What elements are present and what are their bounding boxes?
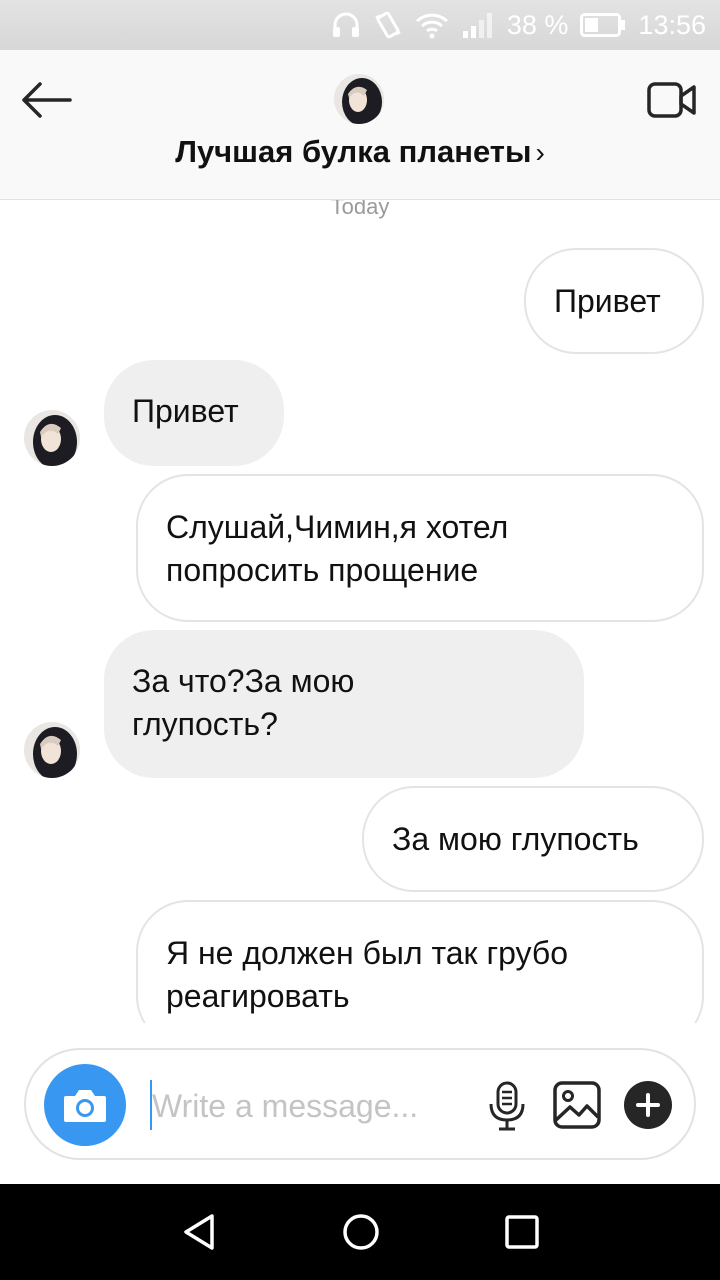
message-line: За что?За мою <box>132 663 355 699</box>
incoming-message[interactable]: За что?За мою глупость? <box>104 630 584 778</box>
message-input[interactable] <box>152 1076 472 1136</box>
incoming-message[interactable]: Привет <box>104 360 284 466</box>
message-line: глупость? <box>132 706 278 742</box>
outgoing-message[interactable]: Я не должен был так грубо реагировать <box>136 900 704 1023</box>
status-bar: 38 % 13:56 <box>0 0 720 50</box>
message-text: Привет <box>132 393 239 429</box>
message-line: попросить прощение <box>166 552 479 588</box>
wifi-icon <box>415 11 449 39</box>
sender-avatar[interactable] <box>24 722 80 778</box>
recents-square-icon[interactable] <box>502 1212 542 1252</box>
message-composer <box>24 1048 696 1160</box>
sender-avatar[interactable] <box>24 410 80 466</box>
message-text: Привет <box>554 283 661 319</box>
back-arrow-icon[interactable] <box>20 80 74 120</box>
message-text: За мою глупость <box>392 821 639 857</box>
chevron-right-icon: › <box>535 137 545 168</box>
message-list[interactable]: Today Привет Привет Слушай,Чимин,я хотел… <box>0 200 720 1023</box>
message-line: Слушай,Чимин,я хотел <box>166 509 509 545</box>
battery-icon <box>580 12 626 38</box>
microphone-icon[interactable] <box>486 1080 528 1132</box>
camera-icon[interactable] <box>44 1064 126 1146</box>
headphones-icon <box>331 11 361 39</box>
signal-icon <box>461 11 495 39</box>
plus-icon[interactable] <box>624 1081 672 1129</box>
outgoing-message[interactable]: Привет <box>524 248 704 354</box>
home-circle-icon[interactable] <box>341 1212 381 1252</box>
message-line: реагировать <box>166 978 350 1014</box>
day-separator: Today <box>330 200 390 219</box>
back-triangle-icon[interactable] <box>180 1212 220 1252</box>
contact-name: Лучшая булка планеты <box>175 134 532 169</box>
battery-text: 38 % <box>506 9 569 40</box>
outgoing-message[interactable]: За мою глупость <box>362 786 704 892</box>
conversation-title[interactable]: Лучшая булка планеты › <box>0 134 720 170</box>
outgoing-message[interactable]: Слушай,Чимин,я хотел попросить прощение <box>136 474 704 622</box>
video-call-icon[interactable] <box>646 78 698 122</box>
contact-avatar[interactable] <box>334 74 384 124</box>
system-navigation-bar <box>0 1184 720 1280</box>
message-line: Я не должен был так грубо <box>166 935 569 971</box>
gallery-icon[interactable] <box>552 1080 602 1130</box>
chat-header: Лучшая булка планеты › <box>0 50 720 200</box>
vibrate-icon <box>373 10 403 40</box>
clock-time: 13:56 <box>638 9 706 40</box>
